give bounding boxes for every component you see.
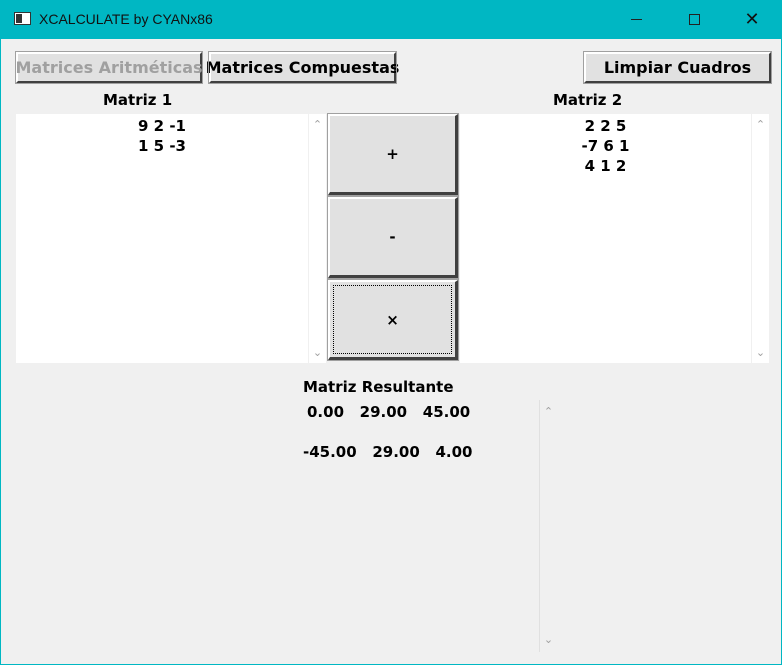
matrix2-input[interactable]: 2 2 5 -7 6 1 4 1 2: [460, 114, 751, 363]
scroll-down-icon[interactable]: ⌄: [540, 631, 557, 648]
matrix2-scrollbar[interactable]: ⌃ ⌄: [752, 114, 769, 363]
matrix2-row: 4 1 2: [584, 157, 627, 175]
result-output[interactable]: 0.00 29.00 45.00 -45.00 29.00 4.00: [303, 400, 539, 652]
scroll-down-icon[interactable]: ⌄: [309, 344, 326, 361]
subtract-button[interactable]: -: [327, 196, 459, 279]
clear-boxes-button[interactable]: Limpiar Cuadros: [583, 51, 772, 84]
arith-matrices-button[interactable]: Matrices Aritméticas: [15, 51, 203, 84]
matrix1-row: 1 5 -3: [138, 137, 186, 155]
scroll-down-icon[interactable]: ⌄: [752, 344, 769, 361]
result-scrollbar[interactable]: ⌃ ⌄: [539, 400, 556, 652]
close-button[interactable]: ✕: [723, 0, 781, 39]
window-title: XCALCULATE by CYANx86: [39, 11, 213, 27]
app-window: XCALCULATE by CYANx86 ✕ Matrices Aritmét…: [0, 0, 782, 665]
app-window-icon: [14, 12, 31, 25]
multiply-button[interactable]: ×: [327, 279, 459, 361]
minimize-button[interactable]: [607, 0, 665, 39]
matrix1-label: Matriz 1: [103, 91, 173, 109]
result-label: Matriz Resultante: [303, 378, 454, 396]
maximize-button[interactable]: [665, 0, 723, 39]
minimize-icon: [630, 19, 642, 20]
matrix1-input[interactable]: 9 2 -1 1 5 -3: [16, 114, 308, 363]
compound-matrices-button[interactable]: Matrices Compuestas: [206, 51, 399, 84]
add-button[interactable]: +: [327, 113, 459, 196]
matrix1-scrollbar[interactable]: ⌃ ⌄: [309, 114, 326, 363]
matrix1-row: 9 2 -1: [138, 117, 186, 135]
focus-ring: [333, 285, 452, 354]
close-icon: ✕: [744, 8, 760, 30]
scroll-up-icon[interactable]: ⌃: [540, 403, 557, 420]
title-bar[interactable]: XCALCULATE by CYANx86 ✕: [1, 0, 782, 39]
result-row: -45.00 29.00 4.00: [303, 443, 473, 461]
matrix2-label: Matriz 2: [553, 91, 623, 109]
matrix2-row: 2 2 5: [584, 117, 627, 135]
scroll-up-icon[interactable]: ⌃: [309, 116, 326, 133]
matrix2-row: -7 6 1: [581, 137, 630, 155]
scroll-up-icon[interactable]: ⌃: [752, 116, 769, 133]
result-row: 0.00 29.00 45.00: [307, 403, 471, 421]
maximize-icon: [688, 14, 700, 25]
